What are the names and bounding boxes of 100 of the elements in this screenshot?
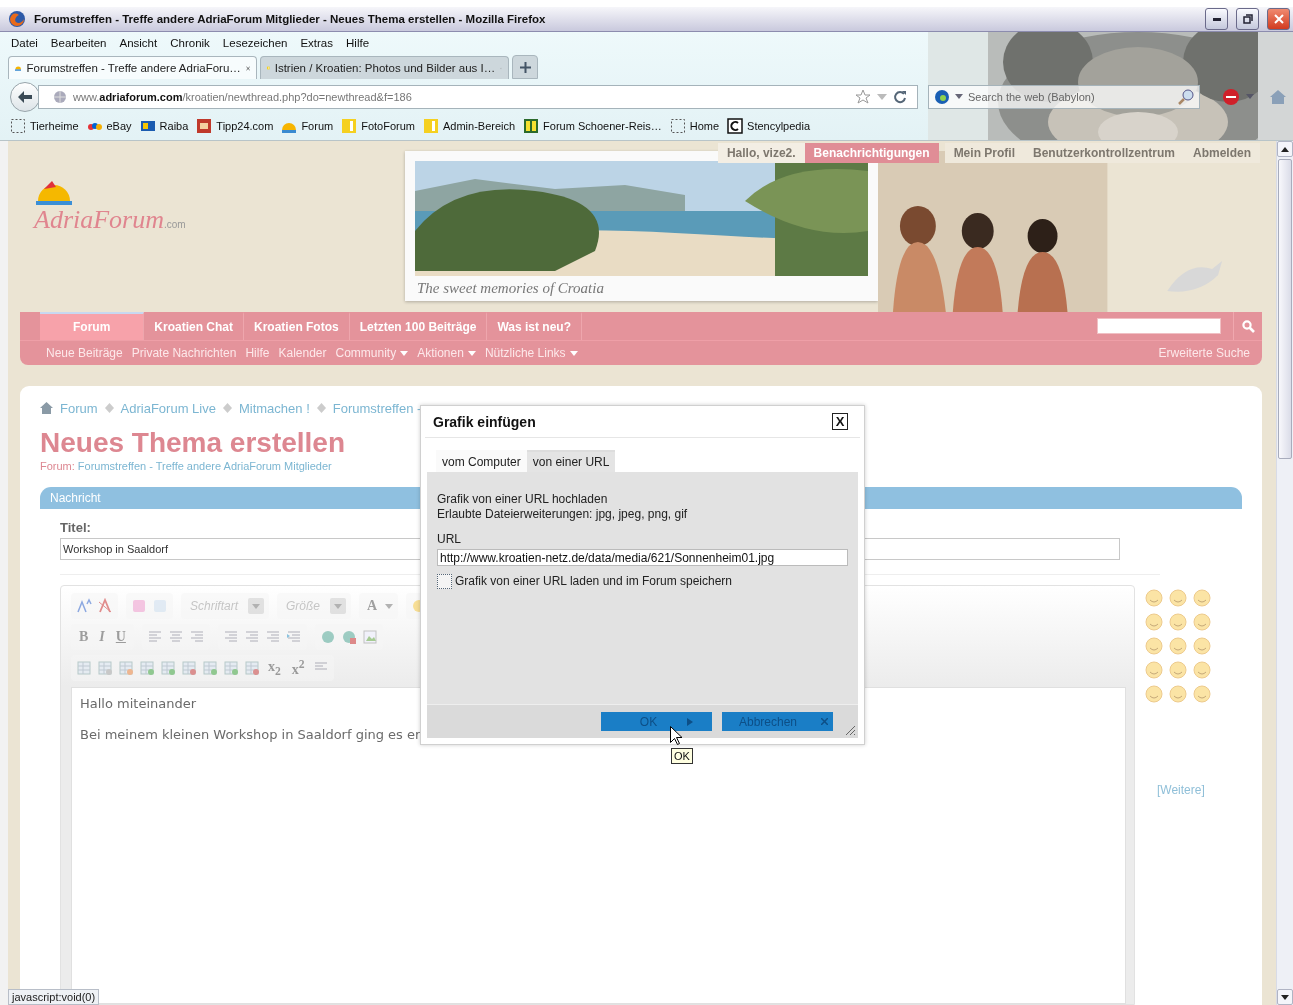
scrollbar[interactable] [1276,141,1293,1005]
bookmark[interactable]: Raiba [139,118,189,134]
header-link[interactable]: Benutzerkontrollzentrum [1023,143,1184,163]
menu-item[interactable]: Extras [300,36,333,49]
nav-tab[interactable]: Letzten 100 Beiträge [349,312,488,340]
header-link[interactable]: Mein Profil [944,143,1024,163]
down-arrow-icon [1281,994,1289,1000]
align-right-icon[interactable] [188,629,205,645]
table-icon[interactable] [139,660,155,676]
bookmark[interactable]: Tipp24.com [196,118,274,134]
nav-link[interactable]: Private Nachrichten [131,346,237,360]
dialog-tab[interactable]: von einer URL [526,450,616,472]
nav-link[interactable]: Nützliche Links [484,346,578,360]
search-icon [1241,319,1255,333]
text-size-icon[interactable] [76,598,92,614]
menu-item[interactable]: Datei [11,36,38,49]
folder-icon [669,118,686,134]
bold-button[interactable]: B [76,629,92,645]
bookmark[interactable]: Stencylpedia [727,118,811,134]
menu-item[interactable]: Chronik [170,36,210,49]
breadcrumb-link[interactable]: Forumstreffen - [332,400,422,416]
bookmark[interactable]: eBay [86,118,132,134]
paste-icon[interactable] [152,598,168,614]
nav-link[interactable]: Community [335,346,409,360]
bookmark[interactable]: Admin-Bereich [422,118,516,134]
dialog-title: Grafik einfügen [433,413,536,430]
browser-tab[interactable]: Forumstreffen - Treffe andere AdriaForu… [8,56,257,79]
reload-icon[interactable] [893,89,907,104]
breadcrumb-link[interactable]: Forum [60,400,98,416]
close-button[interactable]: X [832,413,848,430]
smiley-icon [1169,613,1187,631]
nav-link[interactable]: Hilfe [245,346,270,360]
smiley-icon [1145,613,1163,631]
header-link[interactable]: Benachrichtigungen [804,143,939,163]
table-icon[interactable] [244,660,260,676]
nav-link[interactable]: Neue Beiträge [46,346,123,360]
nav-tab[interactable]: Was ist neu? [487,312,582,340]
caret-icon [400,350,409,356]
scroll-up-button[interactable] [1277,141,1293,157]
menu-item[interactable]: Ansicht [119,36,158,49]
bookmark[interactable]: Tierheime [10,118,79,134]
menu-item[interactable]: Lesezeichen [222,36,288,49]
table-icon[interactable] [223,660,239,676]
nav-link[interactable]: Aktionen [417,346,476,360]
paste-icon[interactable] [131,598,147,614]
new-tab-button[interactable] [512,55,538,79]
indent-icon[interactable] [285,629,302,645]
advanced-search-link[interactable]: Erweiterte Suche [1158,346,1250,360]
breadcrumb-link[interactable]: Mitmachen ! [238,400,310,416]
bookmark[interactable]: Home [669,118,720,134]
nav-link[interactable]: Kalender [278,346,327,360]
dialog-tab[interactable]: vom Computer [436,450,527,472]
header-link[interactable]: Abmelden [1184,143,1260,163]
ok-button[interactable]: OK [601,712,712,731]
folder-icon [10,118,26,134]
nav-tab[interactable]: Forum [40,312,145,340]
url-field[interactable]: http://www.kroatien-netz.de/data/media/621/Sonnenheim01.jpg [437,549,848,566]
subscript-button[interactable]: x$_{2}$ [265,658,284,678]
star-icon[interactable] [855,88,871,105]
search-field[interactable] [1097,318,1221,334]
bookmark[interactable]: FotoForum [341,118,415,134]
home-icon [40,402,53,414]
bookmark[interactable]: Forum Schoener-Reis… [523,118,662,134]
table-icon[interactable] [160,660,176,676]
table-icon[interactable] [202,660,218,676]
menu-item[interactable]: Hilfe [346,36,370,49]
breadcrumb-link[interactable]: AdriaForum Live [120,400,216,416]
bank-icon [139,118,156,134]
separator-icon [316,403,326,413]
unlink-icon[interactable] [340,629,357,645]
align-left-icon[interactable] [146,629,163,645]
minimize-button[interactable] [1205,8,1228,30]
image-icon[interactable] [361,629,378,645]
bookmark[interactable]: Forum [281,118,334,134]
italic-button[interactable]: I [96,629,108,645]
dropdown-icon[interactable] [877,92,887,101]
table-icon[interactable] [118,660,134,676]
back-button[interactable] [10,81,40,112]
resize-grip-icon[interactable] [844,724,856,736]
scroll-down-button[interactable] [1277,989,1293,1005]
more-smilies-link[interactable]: [Weitere] [1157,783,1211,797]
underline-button[interactable]: U [112,629,129,645]
table-icon[interactable] [76,660,92,676]
forum-link[interactable]: Forumstreffen - Treffe andere AdriaForum Mitglieder [77,460,332,472]
menu-item[interactable]: Bearbeiten [50,36,107,49]
superscript-button[interactable]: x$^{2}$ [288,658,308,678]
nav-tab[interactable]: Kroatien Chat [144,312,245,340]
table-icon[interactable] [97,660,113,676]
browser-tab[interactable]: Istrien / Kroatien: Photos und Bilder aus I… [260,56,509,79]
table-icon[interactable] [181,660,197,676]
checkbox[interactable] [437,574,452,589]
remove-format-icon[interactable] [97,598,113,614]
scroll-thumb[interactable] [1278,159,1292,459]
restore-button[interactable] [1236,8,1259,30]
nav-tab[interactable]: Kroatien Fotos [244,312,350,340]
address-field[interactable]: www.adriaforum.com/kroatien/newthread.php?do=newthread&f=186 [38,84,918,109]
align-center-icon[interactable] [167,629,184,645]
cancel-button[interactable]: Abbrechen [722,712,833,731]
close-button[interactable] [1267,8,1290,30]
minimize-icon [1212,17,1221,21]
